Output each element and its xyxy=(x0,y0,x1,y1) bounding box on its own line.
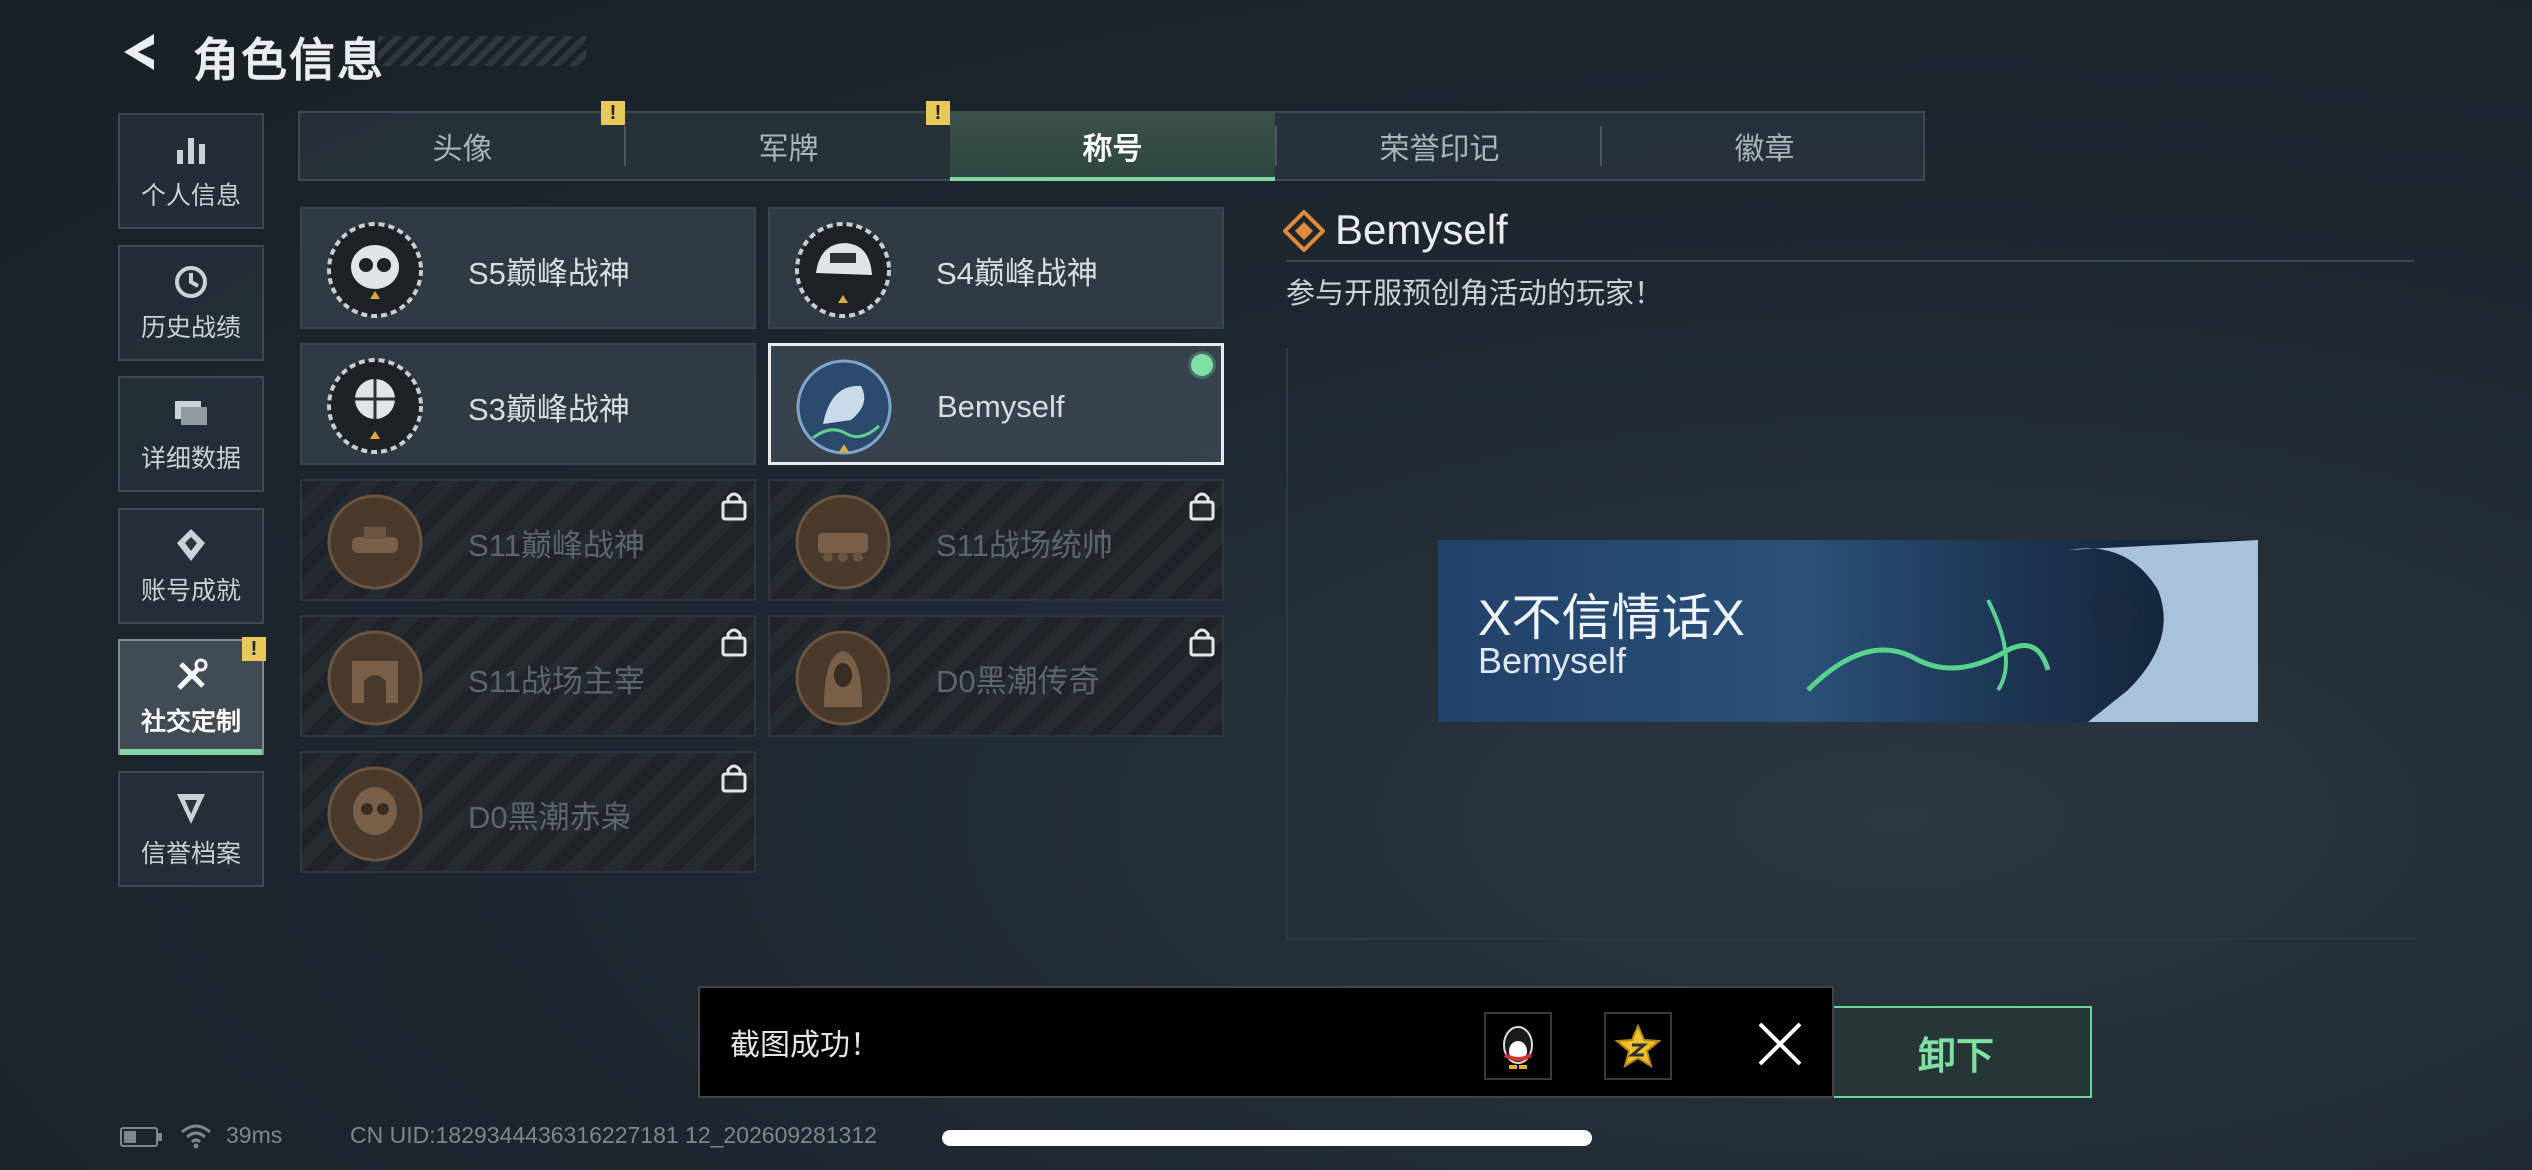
title-card-s4-peak[interactable]: S4巅峰战神 xyxy=(768,207,1224,329)
nav-label: 信誉档案 xyxy=(140,840,241,868)
hooded-figure-medal-icon xyxy=(795,630,891,726)
toast-message: 截图成功！ xyxy=(730,1029,880,1062)
nav-credit-file[interactable]: 信誉档案 xyxy=(118,771,264,887)
lock-icon xyxy=(721,628,747,657)
lock-icon xyxy=(721,764,747,793)
equipped-indicator xyxy=(1191,354,1213,376)
credit-icon xyxy=(177,794,205,824)
divider xyxy=(1286,260,2414,262)
battery-icon xyxy=(120,1127,162,1147)
lock-icon xyxy=(1189,628,1215,657)
lock-icon xyxy=(1189,492,1215,521)
tab-badge[interactable]: 徽章 xyxy=(1602,111,1927,181)
tab-alert-badge: ! xyxy=(926,101,950,125)
close-icon[interactable] xyxy=(1752,1016,1808,1072)
bar-chart-icon xyxy=(177,138,205,164)
share-qq-button[interactable] xyxy=(1484,1012,1552,1080)
apc-medal-icon xyxy=(795,494,891,590)
wifi-icon xyxy=(181,1124,211,1149)
title-decoration xyxy=(378,36,586,66)
nav-label: 个人信息 xyxy=(140,182,241,210)
tab-title[interactable]: 称号 xyxy=(950,111,1275,181)
title-card-s11-commander[interactable]: S11战场统帅 xyxy=(768,479,1224,601)
nav-history[interactable]: 历史战绩 xyxy=(118,245,264,361)
banner-title: Bemyself xyxy=(1478,640,1627,681)
share-qzone-button[interactable] xyxy=(1604,1012,1672,1080)
tab-avatar[interactable]: 头像 xyxy=(300,111,625,181)
owl-skull-medal-icon xyxy=(327,766,423,862)
skull-medal-icon xyxy=(327,222,423,318)
soldier-signature-art xyxy=(1806,540,2258,722)
clock-icon xyxy=(175,266,207,298)
folder-icon xyxy=(175,401,207,425)
tools-icon xyxy=(177,658,208,690)
nav-label: 详细数据 xyxy=(140,445,241,473)
title-name: S3巅峰战神 xyxy=(468,391,630,427)
nav-label: 账号成就 xyxy=(140,577,241,605)
title-card-s5-peak[interactable]: S5巅峰战神 xyxy=(300,207,756,329)
qq-penguin-icon xyxy=(1503,1026,1533,1069)
title-card-d0-legend[interactable]: D0黑潮传奇 xyxy=(768,615,1224,737)
soldier-signature-medal-icon xyxy=(796,359,892,455)
nav-label: 社交定制 xyxy=(140,708,241,736)
title-card-s3-peak[interactable]: S3巅峰战神 xyxy=(300,343,756,465)
title-name: Bemyself xyxy=(937,389,1065,424)
title-name: S5巅峰战神 xyxy=(468,255,630,291)
ping-text: 39ms xyxy=(226,1122,283,1148)
nav-label: 历史战绩 xyxy=(140,314,241,342)
title-card-s11-master[interactable]: S11战场主宰 xyxy=(300,615,756,737)
title-name: S11战场主宰 xyxy=(468,663,645,699)
nav-detail-data[interactable]: 详细数据 xyxy=(118,376,264,492)
lock-icon xyxy=(721,492,747,521)
title-name: D0黑潮传奇 xyxy=(936,663,1100,699)
tab-honor-mark[interactable]: 荣誉印记 xyxy=(1277,111,1602,181)
page-title: 角色信息 xyxy=(193,34,385,86)
tank-medal-icon xyxy=(327,494,423,590)
title-card-d0-owl[interactable]: D0黑潮赤枭 xyxy=(300,751,756,873)
qzone-star-icon xyxy=(1615,1023,1661,1069)
nav-achievements[interactable]: 账号成就 xyxy=(118,508,264,624)
title-name: D0黑潮赤枭 xyxy=(468,799,632,835)
title-name: S11战场统帅 xyxy=(936,527,1113,563)
back-arrow-icon[interactable] xyxy=(118,30,162,74)
nav-alert-badge: ! xyxy=(242,637,266,661)
uid-text: CN UID:1829344436316227181 12_2026092813… xyxy=(350,1122,877,1148)
title-card-bemyself[interactable]: Bemyself xyxy=(768,343,1224,465)
title-banner-preview: X不信情话X Bemyself xyxy=(1438,540,2258,722)
screenshot-toast: 截图成功！ xyxy=(698,986,1834,1098)
unequip-button[interactable]: 卸下 xyxy=(1820,1006,2092,1098)
nav-personal-info[interactable]: 个人信息 xyxy=(118,113,264,229)
tab-alert-badge: ! xyxy=(601,101,625,125)
globe-medal-icon xyxy=(327,358,423,454)
achievement-icon xyxy=(177,529,205,561)
title-diamond-icon xyxy=(1283,210,1325,252)
arch-medal-icon xyxy=(327,630,423,726)
title-card-s11-peak[interactable]: S11巅峰战神 xyxy=(300,479,756,601)
title-name: S11巅峰战神 xyxy=(468,527,645,563)
tab-dogtag[interactable]: 军牌 xyxy=(626,111,951,181)
detail-description: 参与开服预创角活动的玩家！ xyxy=(1286,278,1664,310)
home-indicator[interactable] xyxy=(942,1130,1592,1146)
detail-title-name: Bemyself xyxy=(1335,206,1508,253)
title-name: S4巅峰战神 xyxy=(936,255,1098,291)
helmet-medal-icon xyxy=(795,222,891,318)
